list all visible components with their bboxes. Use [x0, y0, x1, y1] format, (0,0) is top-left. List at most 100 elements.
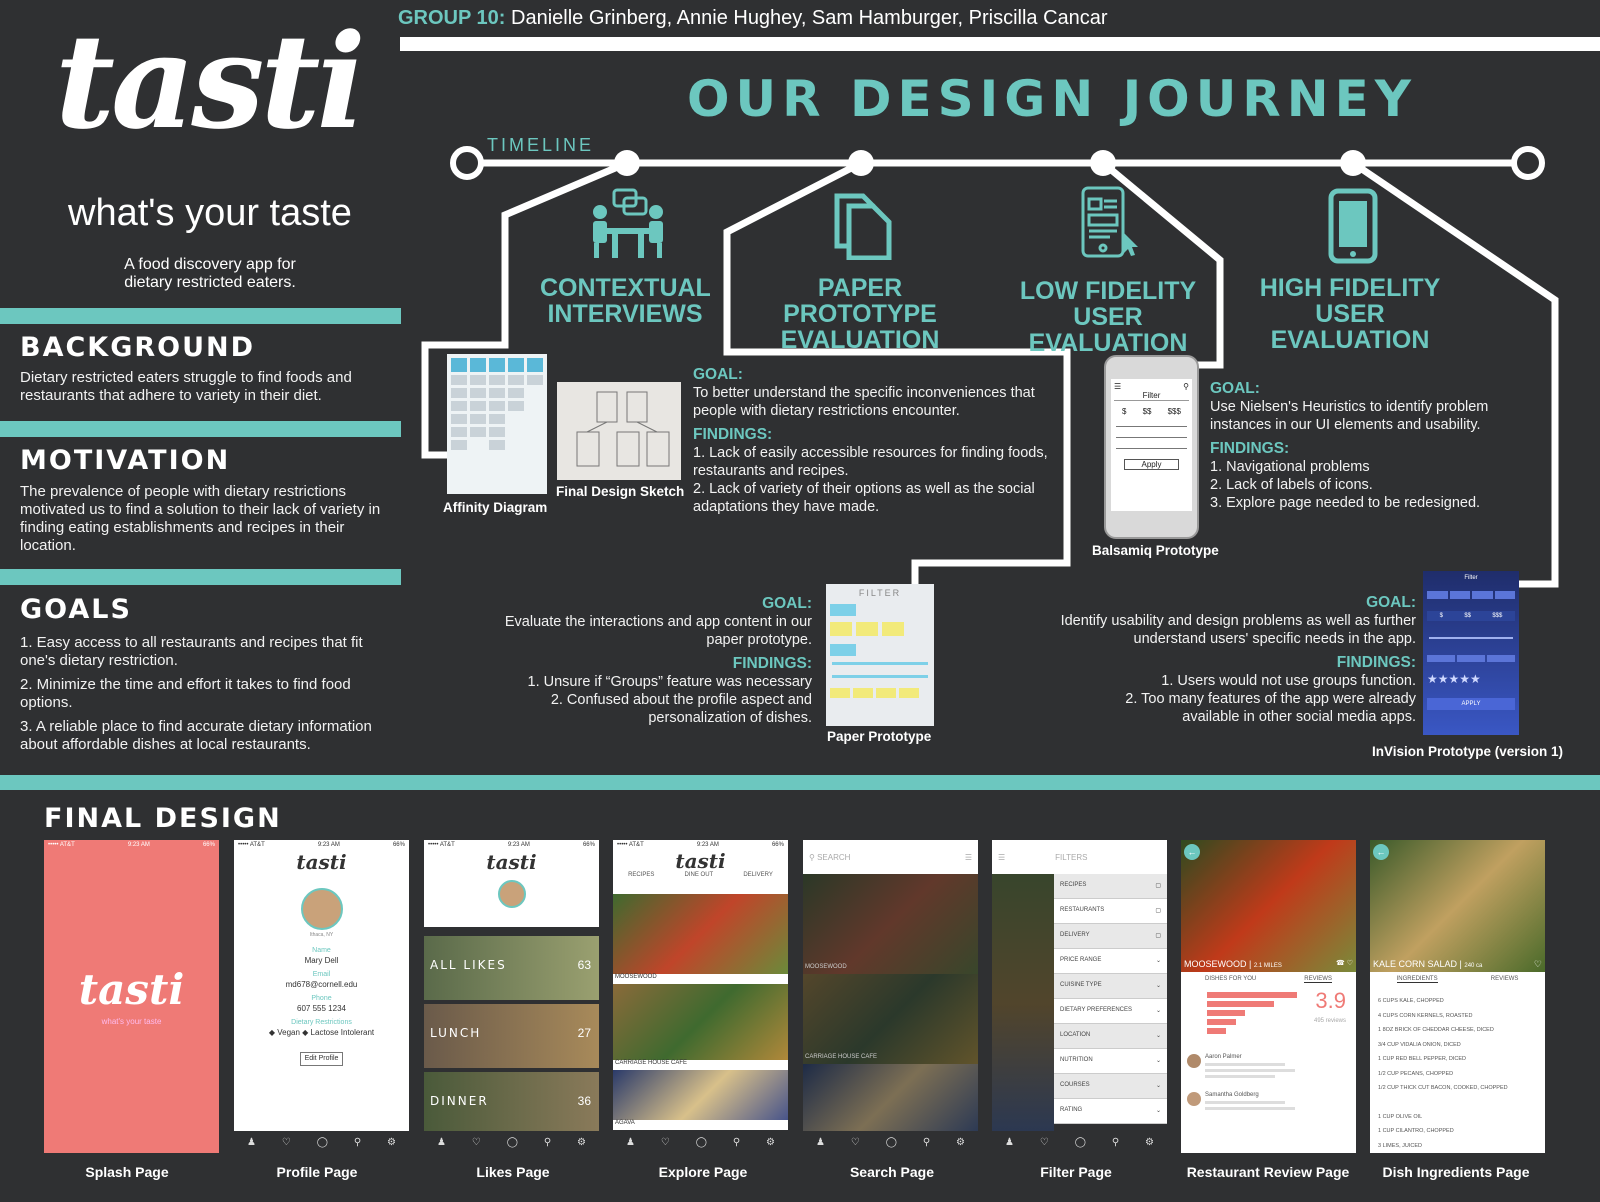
gear-icon[interactable]: ⚙: [766, 1137, 775, 1148]
search-bar[interactable]: ⚲ SEARCH ☰: [803, 840, 978, 874]
goal-text: To better understand the specific inconv…: [693, 385, 1035, 419]
invision-prototype-image: Filter $ $$ $$$ ★★★★★ APPLY: [1423, 571, 1519, 735]
chevron-down-icon[interactable]: ⌄: [1156, 1007, 1161, 1015]
filter-option[interactable]: PRICE RANGE ⌄: [1054, 949, 1167, 974]
goal-label: GOAL:: [1210, 380, 1260, 397]
checkbox-icon[interactable]: ▢: [1155, 932, 1161, 940]
mock-apply-button: Apply: [1124, 459, 1179, 470]
filter-option-label: DIETARY PREFERENCES: [1060, 1007, 1133, 1013]
filter-option[interactable]: DELIVERY ▢: [1054, 924, 1167, 949]
gear-icon[interactable]: ⚙: [577, 1137, 586, 1148]
phone-icon[interactable]: ☎: [1336, 960, 1345, 967]
tag-icon: ◆: [268, 1028, 275, 1037]
filter-option[interactable]: NUTRITION ⌄: [1054, 1049, 1167, 1074]
tab-recipes[interactable]: RECIPES: [628, 872, 654, 878]
phase-title-lowfi: LOW FIDELITY USER EVALUATION: [993, 278, 1223, 356]
chevron-down-icon[interactable]: ⌄: [1156, 1082, 1161, 1090]
battery: 66%: [202, 842, 215, 848]
screen-dish: ← KALE CORN SALAD | 240 ca ♡ INGREDIENTS R…: [1370, 840, 1545, 1153]
phase-line: CONTEXTUAL: [540, 274, 711, 302]
screen-label: Filter Page: [1040, 1164, 1112, 1180]
app-logo: tasti: [296, 850, 347, 874]
chevron-down-icon[interactable]: ⌄: [1156, 957, 1161, 965]
filter-option-label: DELIVERY: [1060, 932, 1090, 938]
gear-icon[interactable]: ⚙: [956, 1137, 965, 1148]
carrier: ••••• AT&T: [48, 842, 75, 848]
tab-delivery[interactable]: DELIVERY: [743, 872, 773, 878]
filter-option-label: RATING: [1060, 1107, 1083, 1113]
carrier: ••••• AT&T: [428, 842, 455, 848]
profile-icon[interactable]: ♟: [816, 1137, 825, 1148]
filter-option[interactable]: RESTAURANTS ▢: [1054, 899, 1167, 924]
phase-title-hifi: HIGH FIDELITY USER EVALUATION: [1235, 275, 1465, 353]
filter-option[interactable]: COURSES ⌄: [1054, 1074, 1167, 1099]
explore-card[interactable]: [613, 984, 788, 1060]
filter-option[interactable]: DIETARY PREFERENCES ⌄: [1054, 999, 1167, 1024]
checkbox-icon[interactable]: ▢: [1155, 882, 1161, 890]
avatar: [1187, 1054, 1201, 1068]
sketch-title: FILTER: [858, 588, 902, 598]
phase-line: PAPER PROTOTYPE: [783, 274, 937, 328]
status-time: 9:23 AM: [127, 842, 150, 848]
sliders-icon[interactable]: ☰: [965, 853, 972, 862]
chevron-down-icon[interactable]: ⌄: [1156, 1057, 1161, 1065]
explore-icon[interactable]: ◯: [886, 1137, 897, 1148]
explore-icon[interactable]: ◯: [1075, 1137, 1086, 1148]
sliders-icon[interactable]: ☰: [998, 853, 1005, 862]
search-icon[interactable]: ⚲: [923, 1137, 930, 1148]
likes-row-count: 63: [577, 958, 591, 972]
back-arrow-icon[interactable]: ←: [1373, 844, 1389, 860]
heart-icon[interactable]: ♡: [1347, 960, 1353, 967]
heart-icon[interactable]: ♡: [472, 1137, 481, 1148]
ingredient-item: 1/2 CUP PECANS, CHOPPED: [1378, 1070, 1454, 1077]
profile-icon[interactable]: ♟: [247, 1137, 256, 1148]
heart-icon[interactable]: ♡: [661, 1137, 670, 1148]
tab-ingredients[interactable]: INGREDIENTS: [1396, 976, 1438, 983]
card-label: CARRIAGE HOUSE CAFE: [613, 1060, 788, 1070]
search-icon[interactable]: ⚲: [1112, 1137, 1119, 1148]
tab-dishes[interactable]: DISHES FOR YOU: [1205, 976, 1256, 983]
likes-row[interactable]: DINNER 36: [424, 1072, 599, 1132]
screen-label: Explore Page: [658, 1164, 748, 1180]
profile-icon[interactable]: ♟: [1005, 1137, 1014, 1148]
tab-reviews[interactable]: REVIEWS: [1304, 976, 1332, 983]
affinity-diagram-image: [447, 354, 547, 494]
explore-icon[interactable]: ◯: [507, 1137, 518, 1148]
explore-icon[interactable]: ◯: [317, 1137, 328, 1148]
search-icon[interactable]: ⚲: [544, 1137, 551, 1148]
edit-profile-button[interactable]: Edit Profile: [299, 1052, 344, 1066]
gear-icon[interactable]: ⚙: [1145, 1137, 1154, 1148]
bottom-nav: ♟ ♡ ◯ ⚲ ⚙: [424, 1131, 599, 1153]
mock-price: $$: [1142, 407, 1152, 416]
heart-icon[interactable]: ♡: [1040, 1137, 1049, 1148]
mock-title: Filter: [1464, 575, 1478, 581]
back-arrow-icon[interactable]: ←: [1184, 844, 1200, 860]
search-icon[interactable]: ⚲: [733, 1137, 740, 1148]
app-logo: tasti: [675, 849, 726, 873]
checkbox-icon[interactable]: ▢: [1155, 907, 1161, 915]
chevron-down-icon[interactable]: ⌄: [1156, 982, 1161, 990]
filter-option[interactable]: LOCATION ⌄: [1054, 1024, 1167, 1049]
profile-icon[interactable]: ♟: [437, 1137, 446, 1148]
profile-icon[interactable]: ♟: [626, 1137, 635, 1148]
status-time: 9:23 AM: [317, 842, 340, 848]
review-count: 495 reviews: [1313, 1018, 1346, 1024]
filter-option[interactable]: RECIPES ▢: [1054, 874, 1167, 899]
search-icon[interactable]: ⚲: [354, 1137, 361, 1148]
ingredient-item: 1 CUP CILANTRO, CHOPPED: [1378, 1128, 1454, 1134]
heart-icon[interactable]: ♡: [1534, 959, 1542, 970]
explore-card[interactable]: [613, 894, 788, 974]
heart-icon[interactable]: ♡: [282, 1137, 291, 1148]
likes-row[interactable]: LUNCH 27: [424, 1004, 599, 1068]
likes-row[interactable]: ALL LIKES 63: [424, 936, 599, 1000]
findings-label: FINDINGS:: [732, 655, 812, 672]
gear-icon[interactable]: ⚙: [387, 1137, 396, 1148]
tab-reviews[interactable]: REVIEWS: [1491, 976, 1519, 983]
chevron-down-icon[interactable]: ⌄: [1156, 1032, 1161, 1040]
heart-icon[interactable]: ♡: [851, 1137, 860, 1148]
filter-option[interactable]: CUISINE TYPE ⌄: [1054, 974, 1167, 999]
tab-dine-out[interactable]: DINE OUT: [685, 872, 714, 878]
explore-icon[interactable]: ◯: [696, 1137, 707, 1148]
filter-option[interactable]: RATING ⌄: [1054, 1099, 1167, 1124]
chevron-down-icon[interactable]: ⌄: [1156, 1107, 1161, 1115]
